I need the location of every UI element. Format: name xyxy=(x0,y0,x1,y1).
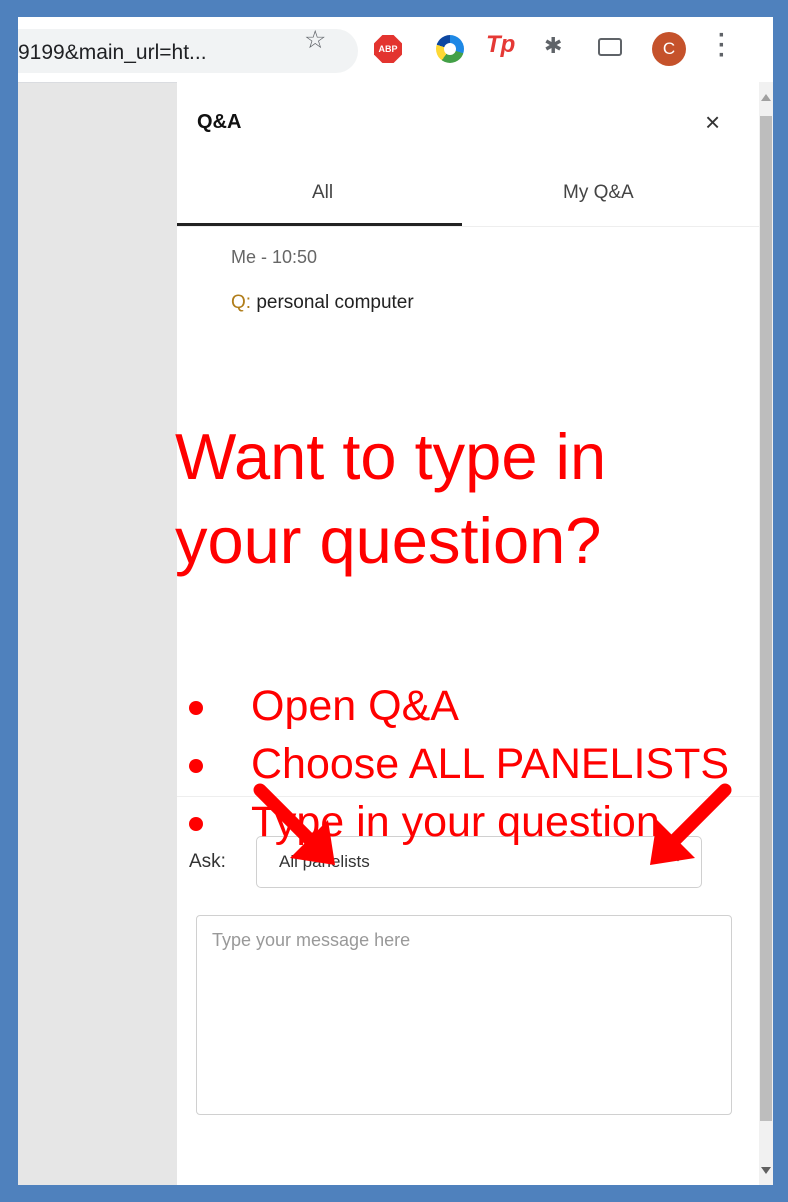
scrollbar[interactable] xyxy=(759,82,773,1185)
question-prefix: Q: xyxy=(231,292,252,313)
scroll-thumb[interactable] xyxy=(760,116,772,1121)
overlay-headline: Want to type in your question? xyxy=(175,415,755,583)
profile-avatar[interactable]: C xyxy=(652,32,686,66)
puzzle-icon[interactable]: ✱ xyxy=(544,33,562,59)
message-meta: Me - 10:50 xyxy=(231,247,318,267)
more-menu-icon[interactable]: · · · xyxy=(718,24,726,68)
headline-line-1: Want to type in xyxy=(175,420,607,493)
ask-label: Ask: xyxy=(189,851,226,872)
adblock-extension-icon[interactable]: ABP xyxy=(374,35,402,63)
active-tab-indicator xyxy=(177,223,462,226)
close-icon[interactable]: × xyxy=(705,107,720,138)
tab-my-qa[interactable]: My Q&A xyxy=(563,182,634,204)
browser-window: 9199&main_url=ht... ☆ ABP Tp ✱ C · · · Q&A… xyxy=(18,17,773,1185)
headline-line-2: your question? xyxy=(175,504,602,577)
qa-panel: Q&A × All My Q&A Me - 10:50 Q: personal … xyxy=(177,82,759,1185)
circle-extension-icon[interactable] xyxy=(436,35,464,63)
arrow-down-left-icon xyxy=(650,783,732,865)
star-icon[interactable]: ☆ xyxy=(304,25,326,55)
tp-extension-icon[interactable]: Tp xyxy=(486,31,515,59)
arrow-down-right-icon xyxy=(253,783,335,865)
question-message: Q: personal computer xyxy=(231,292,414,314)
question-text: personal computer xyxy=(251,292,414,313)
panel-title: Q&A xyxy=(197,111,242,133)
browser-toolbar: 9199&main_url=ht... ☆ ABP Tp ✱ C · · · xyxy=(18,17,773,83)
cast-icon[interactable] xyxy=(598,38,622,56)
qa-tabs: All My Q&A xyxy=(177,162,759,227)
message-input[interactable] xyxy=(196,915,732,1115)
scroll-up-icon[interactable] xyxy=(761,94,771,101)
tab-all[interactable]: All xyxy=(312,182,333,204)
instruction-item: Open Q&A xyxy=(185,677,729,735)
url-text[interactable]: 9199&main_url=ht... xyxy=(18,41,207,65)
scroll-down-icon[interactable] xyxy=(761,1167,771,1174)
